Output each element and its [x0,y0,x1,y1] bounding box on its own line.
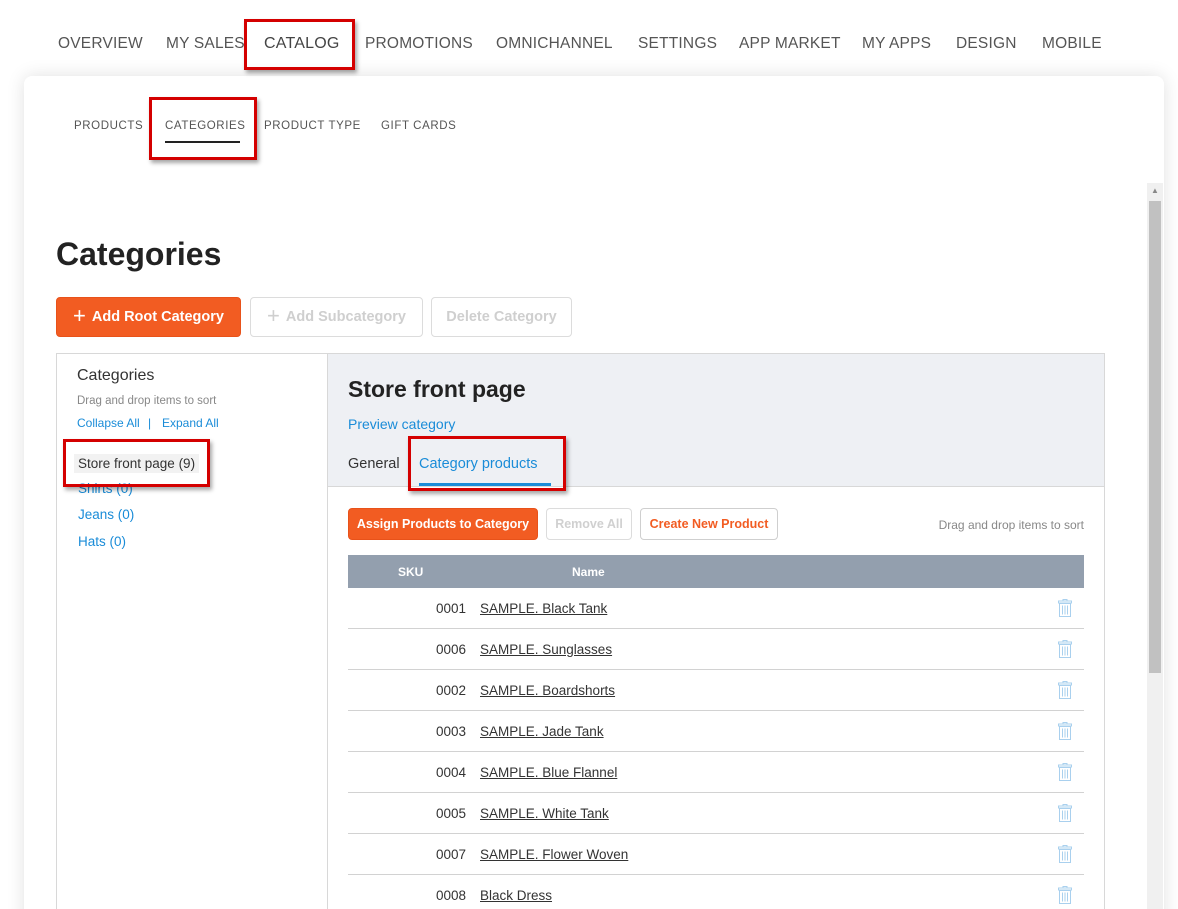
table-row[interactable]: 0006 SAMPLE. Sunglasses [348,629,1084,670]
table-row[interactable]: 0004 SAMPLE. Blue Flannel [348,752,1084,793]
topnav-app-market[interactable]: APP MARKET [739,35,841,53]
subnav-active-underline [165,141,240,143]
row-product-name-link[interactable]: SAMPLE. Jade Tank [480,724,604,739]
tab-category-products[interactable]: Category products [419,456,537,472]
category-tree-panel: Categories Drag and drop items to sort C… [56,353,328,909]
scroll-thumb[interactable] [1149,201,1161,673]
row-sku: 0006 [436,642,467,657]
category-products-table: SKU Name 0001 SAMPLE. Black Tank 0006 SAMPL… [348,555,1084,909]
row-product-name-link[interactable]: SAMPLE. Black Tank [480,601,607,616]
tree-sort-hint: Drag and drop items to sort [77,395,217,407]
topnav-overview[interactable]: OVERVIEW [58,35,143,53]
topnav-design[interactable]: DESIGN [956,35,1017,53]
products-sort-hint: Drag and drop items to sort [938,518,1084,532]
tree-item-hats[interactable]: Hats (0) [78,534,126,549]
column-header-sku[interactable]: SKU [398,565,423,579]
tree-item-jeans[interactable]: Jeans (0) [78,507,134,522]
plus-icon: + [267,303,280,328]
collapse-all-link[interactable]: Collapse All [77,416,140,430]
page-title: Categories [56,236,222,272]
add-root-category-label: Add Root Category [91,309,224,325]
preview-category-link[interactable]: Preview category [348,416,455,432]
category-detail-header: Store front page Preview category Genera… [328,354,1104,487]
subnav-categories[interactable]: CATEGORIES [165,120,246,132]
category-detail-panel: Store front page Preview category Genera… [327,353,1105,909]
row-sku: 0004 [436,765,467,780]
row-sku: 0002 [436,683,467,698]
tree-item-shirts[interactable]: Shirts (0) [78,481,133,496]
topnav-catalog[interactable]: CATALOG [264,35,340,53]
row-product-name-link[interactable]: Black Dress [480,888,552,903]
trash-icon[interactable] [1058,722,1072,740]
plus-icon: + [73,303,86,328]
subnav-product-type[interactable]: PRODUCT TYPE [264,120,361,132]
row-sku: 0007 [436,847,467,862]
link-separator: | [148,416,152,430]
row-product-name-link[interactable]: SAMPLE. Flower Woven [480,847,628,862]
table-row[interactable]: 0005 SAMPLE. White Tank [348,793,1084,834]
add-subcategory-label: Add Subcategory [285,309,406,325]
remove-all-button[interactable]: Remove All [546,508,632,540]
trash-icon[interactable] [1058,804,1072,822]
topnav-settings[interactable]: SETTINGS [638,35,717,53]
trash-icon[interactable] [1058,886,1072,904]
table-row[interactable]: 0003 SAMPLE. Jade Tank [348,711,1084,752]
row-sku: 0001 [436,601,467,616]
trash-icon[interactable] [1058,763,1072,781]
trash-icon[interactable] [1058,599,1072,617]
tab-general[interactable]: General [348,456,400,472]
create-new-product-button[interactable]: Create New Product [640,508,778,540]
table-row[interactable]: 0001 SAMPLE. Black Tank [348,588,1084,629]
arrow-up-icon[interactable]: ▲ [1147,183,1163,199]
expand-all-link[interactable]: Expand All [162,416,219,430]
topnav-promotions[interactable]: PROMOTIONS [365,35,473,53]
topnav-my-sales[interactable]: MY SALES [166,35,245,53]
row-sku: 0008 [436,888,467,903]
category-title: Store front page [348,376,526,402]
delete-category-button[interactable]: Delete Category [431,297,572,337]
table-row[interactable]: 0007 SAMPLE. Flower Woven [348,834,1084,875]
row-product-name-link[interactable]: SAMPLE. Boardshorts [480,683,615,698]
row-product-name-link[interactable]: SAMPLE. Sunglasses [480,642,612,657]
active-tab-underline [419,483,551,486]
row-product-name-link[interactable]: SAMPLE. White Tank [480,806,609,821]
trash-icon[interactable] [1058,845,1072,863]
table-row[interactable]: 0002 SAMPLE. Boardshorts [348,670,1084,711]
trash-icon[interactable] [1058,640,1072,658]
column-header-name[interactable]: Name [572,565,605,579]
table-row[interactable]: 0008 Black Dress [348,875,1084,909]
tree-item-store-front-page[interactable]: Store front page (9) [74,454,200,473]
top-nav: OVERVIEW MY SALES CATALOG PROMOTIONS OMN… [0,0,1178,76]
table-header: SKU Name [348,555,1084,588]
row-sku: 0003 [436,724,467,739]
topnav-mobile[interactable]: MOBILE [1042,35,1102,53]
add-subcategory-button[interactable]: + Add Subcategory [250,297,423,337]
add-root-category-button[interactable]: + Add Root Category [56,297,241,337]
tree-panel-title: Categories [77,367,155,384]
delete-category-label: Delete Category [446,309,557,325]
row-sku: 0005 [436,806,467,821]
topnav-omnichannel[interactable]: OMNICHANNEL [496,35,613,53]
page-scrollbar[interactable]: ▲ [1147,183,1163,909]
trash-icon[interactable] [1058,681,1072,699]
subnav-gift-cards[interactable]: GIFT CARDS [381,120,456,132]
topnav-my-apps[interactable]: MY APPS [862,35,931,53]
subnav-products[interactable]: PRODUCTS [74,120,143,132]
row-product-name-link[interactable]: SAMPLE. Blue Flannel [480,765,617,780]
assign-products-button[interactable]: Assign Products to Category [348,508,538,540]
